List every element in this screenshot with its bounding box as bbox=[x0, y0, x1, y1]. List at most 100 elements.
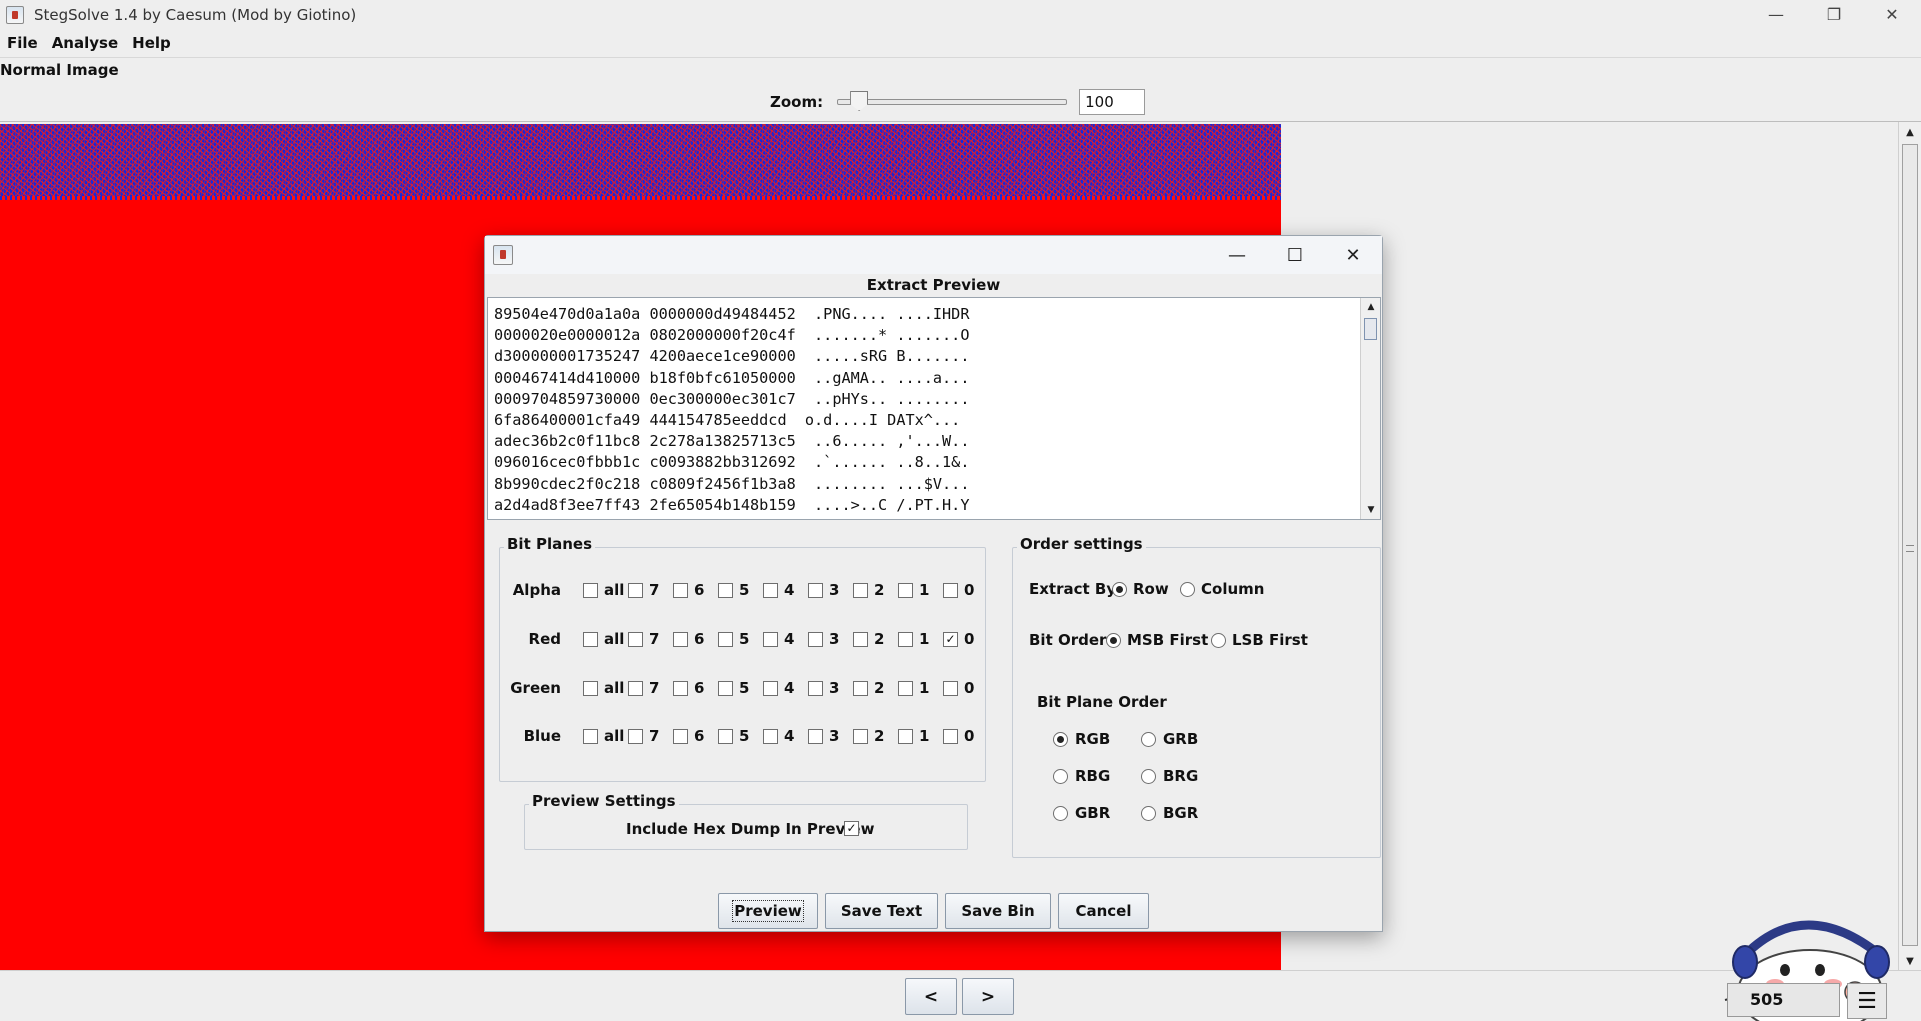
blue-bit-2-label[interactable]: 2 bbox=[874, 727, 884, 745]
red-bit-5-label[interactable]: 5 bbox=[739, 630, 749, 648]
blue-bit-1-label[interactable]: 1 bbox=[919, 727, 929, 745]
red-bit-all-label[interactable]: all bbox=[604, 630, 624, 648]
alpha-bit-6-label[interactable]: 6 bbox=[694, 581, 704, 599]
red-bit-4-checkbox[interactable] bbox=[763, 632, 778, 647]
alpha-bit-4-label[interactable]: 4 bbox=[784, 581, 794, 599]
alpha-bit-2-checkbox[interactable] bbox=[853, 583, 868, 598]
green-bit-0-label[interactable]: 0 bbox=[964, 679, 974, 697]
green-bit-6-label[interactable]: 6 bbox=[694, 679, 704, 697]
blue-bit-1-checkbox[interactable] bbox=[898, 729, 913, 744]
alpha-bit-1-checkbox[interactable] bbox=[898, 583, 913, 598]
blue-bit-all-label[interactable]: all bbox=[604, 727, 624, 745]
save-text-button[interactable]: Save Text bbox=[825, 893, 938, 929]
dialog-close-icon[interactable]: ✕ bbox=[1324, 236, 1382, 274]
green-bit-5-label[interactable]: 5 bbox=[739, 679, 749, 697]
restore-icon[interactable]: ❐ bbox=[1805, 0, 1863, 29]
red-bit-1-checkbox[interactable] bbox=[898, 632, 913, 647]
extract-by-row-radio[interactable] bbox=[1112, 582, 1127, 597]
blue-bit-5-label[interactable]: 5 bbox=[739, 727, 749, 745]
blue-bit-all-checkbox[interactable] bbox=[583, 729, 598, 744]
red-bit-7-checkbox[interactable] bbox=[628, 632, 643, 647]
green-bit-4-label[interactable]: 4 bbox=[784, 679, 794, 697]
green-bit-3-checkbox[interactable] bbox=[808, 681, 823, 696]
zoom-slider-track[interactable] bbox=[837, 99, 1068, 105]
green-bit-all-label[interactable]: all bbox=[604, 679, 624, 697]
green-bit-all-checkbox[interactable] bbox=[583, 681, 598, 696]
red-bit-6-checkbox[interactable] bbox=[673, 632, 688, 647]
close-icon[interactable]: ✕ bbox=[1863, 0, 1921, 29]
red-bit-3-checkbox[interactable] bbox=[808, 632, 823, 647]
red-bit-0-label[interactable]: 0 bbox=[964, 630, 974, 648]
alpha-bit-5-label[interactable]: 5 bbox=[739, 581, 749, 599]
prev-button[interactable]: < bbox=[905, 978, 957, 1015]
green-bit-7-checkbox[interactable] bbox=[628, 681, 643, 696]
red-bit-7-label[interactable]: 7 bbox=[649, 630, 659, 648]
hex-preview-scrollbar[interactable]: ▲ ▼ bbox=[1360, 298, 1380, 519]
plane-order-rbg-label[interactable]: RBG bbox=[1075, 767, 1110, 785]
dialog-minimize-icon[interactable]: — bbox=[1208, 236, 1266, 274]
alpha-bit-2-label[interactable]: 2 bbox=[874, 581, 884, 599]
zoom-slider-thumb[interactable] bbox=[850, 91, 869, 111]
extract-by-column-radio[interactable] bbox=[1180, 582, 1195, 597]
plane-order-rbg-radio[interactable] bbox=[1053, 769, 1068, 784]
alpha-bit-all-checkbox[interactable] bbox=[583, 583, 598, 598]
green-bit-1-label[interactable]: 1 bbox=[919, 679, 929, 697]
plane-order-rgb-radio[interactable] bbox=[1053, 732, 1068, 747]
alpha-bit-7-checkbox[interactable] bbox=[628, 583, 643, 598]
zoom-input[interactable]: 100 bbox=[1079, 89, 1146, 115]
red-bit-3-label[interactable]: 3 bbox=[829, 630, 839, 648]
alpha-bit-6-checkbox[interactable] bbox=[673, 583, 688, 598]
next-button[interactable]: > bbox=[962, 978, 1014, 1015]
scroll-up-icon[interactable]: ▲ bbox=[1899, 122, 1921, 142]
scroll-up-icon[interactable]: ▲ bbox=[1361, 298, 1380, 316]
hex-preview-textarea[interactable]: 89504e470d0a1a0a 0000000d49484452 .PNG..… bbox=[487, 297, 1381, 520]
red-bit-6-label[interactable]: 6 bbox=[694, 630, 704, 648]
plane-order-grb-label[interactable]: GRB bbox=[1163, 730, 1198, 748]
plane-order-gbr-radio[interactable] bbox=[1053, 806, 1068, 821]
blue-bit-5-checkbox[interactable] bbox=[718, 729, 733, 744]
red-bit-all-checkbox[interactable] bbox=[583, 632, 598, 647]
plane-order-gbr-label[interactable]: GBR bbox=[1075, 804, 1110, 822]
green-bit-2-label[interactable]: 2 bbox=[874, 679, 884, 697]
plane-order-brg-label[interactable]: BRG bbox=[1163, 767, 1198, 785]
bit-order-lsb-label[interactable]: LSB First bbox=[1232, 631, 1308, 649]
green-bit-4-checkbox[interactable] bbox=[763, 681, 778, 696]
scroll-down-icon[interactable]: ▼ bbox=[1899, 951, 1921, 971]
plane-order-bgr-label[interactable]: BGR bbox=[1163, 804, 1198, 822]
alpha-bit-0-label[interactable]: 0 bbox=[964, 581, 974, 599]
zoom-slider[interactable] bbox=[837, 90, 1068, 114]
scrollbar-thumb[interactable] bbox=[1364, 318, 1377, 340]
alpha-bit-5-checkbox[interactable] bbox=[718, 583, 733, 598]
blue-bit-6-label[interactable]: 6 bbox=[694, 727, 704, 745]
blue-bit-0-checkbox[interactable] bbox=[943, 729, 958, 744]
blue-bit-3-checkbox[interactable] bbox=[808, 729, 823, 744]
blue-bit-4-checkbox[interactable] bbox=[763, 729, 778, 744]
cancel-button[interactable]: Cancel bbox=[1058, 893, 1149, 929]
green-bit-7-label[interactable]: 7 bbox=[649, 679, 659, 697]
green-bit-2-checkbox[interactable] bbox=[853, 681, 868, 696]
green-bit-6-checkbox[interactable] bbox=[673, 681, 688, 696]
dialog-maximize-icon[interactable]: ☐ bbox=[1266, 236, 1324, 274]
alpha-bit-3-checkbox[interactable] bbox=[808, 583, 823, 598]
menu-analyse[interactable]: Analyse bbox=[45, 29, 125, 58]
blue-bit-7-label[interactable]: 7 bbox=[649, 727, 659, 745]
red-bit-4-label[interactable]: 4 bbox=[784, 630, 794, 648]
include-hex-dump-label[interactable]: Include Hex Dump In Preview bbox=[626, 820, 874, 838]
alpha-bit-all-label[interactable]: all bbox=[604, 581, 624, 599]
blue-bit-0-label[interactable]: 0 bbox=[964, 727, 974, 745]
scroll-down-icon[interactable]: ▼ bbox=[1361, 501, 1380, 519]
alpha-bit-7-label[interactable]: 7 bbox=[649, 581, 659, 599]
green-bit-0-checkbox[interactable] bbox=[943, 681, 958, 696]
alpha-bit-0-checkbox[interactable] bbox=[943, 583, 958, 598]
hamburger-menu-icon[interactable]: ☰ bbox=[1847, 983, 1887, 1019]
blue-bit-6-checkbox[interactable] bbox=[673, 729, 688, 744]
red-bit-0-checkbox[interactable]: ✓ bbox=[943, 632, 958, 647]
alpha-bit-4-checkbox[interactable] bbox=[763, 583, 778, 598]
plane-order-brg-radio[interactable] bbox=[1141, 769, 1156, 784]
blue-bit-7-checkbox[interactable] bbox=[628, 729, 643, 744]
red-bit-5-checkbox[interactable] bbox=[718, 632, 733, 647]
scrollbar-thumb[interactable] bbox=[1902, 144, 1918, 946]
menu-help[interactable]: Help bbox=[125, 29, 178, 58]
image-vertical-scrollbar[interactable]: ▲ ▼ bbox=[1898, 122, 1921, 971]
extract-by-row-label[interactable]: Row bbox=[1133, 580, 1169, 598]
